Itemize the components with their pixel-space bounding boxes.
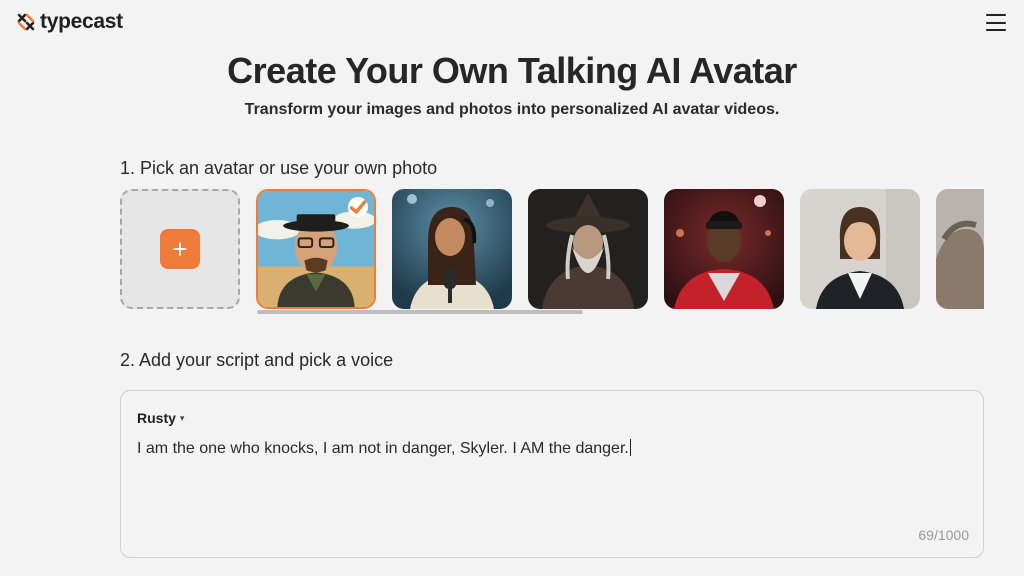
logo-mark-icon [17,13,35,31]
script-editor[interactable]: Rusty ▾ I am the one who knocks, I am no… [120,390,984,558]
avatar-bald-man-hat[interactable] [256,189,376,309]
selected-check-icon [348,197,368,217]
step1-title: 1. Pick an avatar or use your own photo [120,158,438,178]
hamburger-menu-icon[interactable] [986,14,1006,31]
avatar-wizard-image [528,189,648,309]
carousel-scrollbar[interactable] [257,310,583,314]
text-cursor [629,439,631,456]
script-text: I am the one who knocks, I am not in dan… [137,440,629,457]
avatar-partial-image [936,189,984,309]
voice-name: Rusty [137,410,176,426]
avatar-partial[interactable] [936,189,984,309]
avatar-carousel[interactable]: + [120,189,984,310]
script-textarea[interactable]: I am the one who knocks, I am not in dan… [137,439,967,458]
avatar-woman-microphone-image [392,189,512,309]
step2-title: 2. Add your script and pick a voice [120,350,394,370]
chevron-down-icon: ▾ [179,412,185,423]
plus-icon[interactable]: + [160,229,200,269]
avatar-man-red-hoodie-image [664,189,784,309]
logo-text: typecast [40,10,123,33]
typecast-logo[interactable]: typecast [16,10,123,34]
avatar-man-red-hoodie[interactable] [664,189,784,309]
avatar-business-woman-image [800,189,920,309]
character-counter: 69/1000 [918,527,969,543]
page-title: Create Your Own Talking AI Avatar [227,50,797,91]
voice-selector[interactable]: Rusty ▾ [137,410,184,426]
upload-photo-tile[interactable]: + [120,189,240,309]
page-subtitle: Transform your images and photos into pe… [244,101,780,118]
avatar-woman-microphone[interactable] [392,189,512,309]
avatar-wizard[interactable] [528,189,648,309]
avatar-business-woman[interactable] [800,189,920,309]
